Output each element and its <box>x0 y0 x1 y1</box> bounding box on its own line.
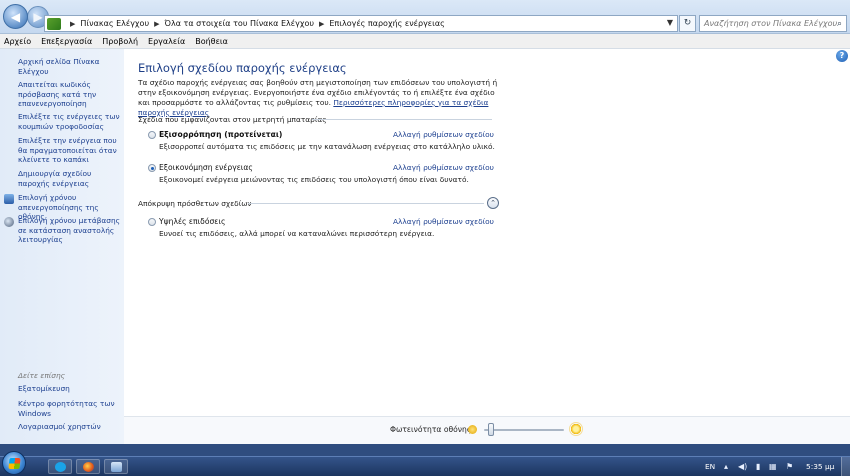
menu-help[interactable]: Βοήθεια <box>195 37 228 46</box>
monitor-icon <box>4 194 14 204</box>
address-dropdown-icon[interactable]: ▼ <box>667 18 673 27</box>
sidebar-item-password[interactable]: Απαιτείται κωδικός πρόσβασης κατά την επ… <box>18 80 122 109</box>
taskbar-firefox[interactable] <box>76 459 100 474</box>
sleep-icon <box>4 217 14 227</box>
sidebar-item-power-buttons[interactable]: Επιλέξτε τις ενέργειες των κουμπιών τροφ… <box>18 112 122 131</box>
breadcrumb-all-items[interactable]: Όλα τα στοιχεία του Πίνακα Ελέγχου <box>164 19 314 28</box>
brightness-low-icon <box>468 425 477 434</box>
see-also-heading: Δείτε επίσης <box>18 371 65 380</box>
control-panel-window-icon <box>111 462 122 472</box>
plan-high-performance-name[interactable]: Υψηλές επιδόσεις <box>159 217 225 226</box>
intro-text: Τα σχέδιο παροχής ενέργειας σας βοηθούν … <box>138 78 498 118</box>
brightness-slider-track[interactable] <box>484 429 564 431</box>
brightness-slider-thumb[interactable] <box>488 423 494 436</box>
back-button[interactable]: ◀ <box>3 4 28 29</box>
brightness-bar: Φωτεινότητα οθόνης: <box>124 416 850 444</box>
menu-bar: Αρχείο Επεξεργασία Προβολή Εργαλεία Βοήθ… <box>0 34 850 49</box>
battery-group-heading: Σχέδια που εμφανίζονται στον μετρητή μπα… <box>138 115 327 124</box>
refresh-icon: ↻ <box>683 18 692 28</box>
search-placeholder: Αναζήτηση στον Πίνακα Ελέγχου <box>704 19 838 28</box>
see-also-mobility-center[interactable]: Κέντρο φορητότητας των Windows <box>18 399 122 418</box>
address-box[interactable]: ▶ Πίνακας Ελέγχου ▶ Όλα τα στοιχεία του … <box>44 15 678 32</box>
back-arrow-icon: ◀ <box>10 9 21 24</box>
brightness-label: Φωτεινότητα οθόνης: <box>390 425 474 434</box>
menu-edit[interactable]: Επεξεργασία <box>41 37 92 46</box>
show-desktop-button[interactable] <box>841 457 850 476</box>
skype-icon <box>55 462 66 472</box>
plan-high-performance-change-link[interactable]: Αλλαγή ρυθμίσεων σχεδίου <box>393 217 494 226</box>
hide-additional-heading: Απόκρυψη πρόσθετων σχεδίων <box>138 199 252 208</box>
volume-icon[interactable]: ◀) <box>738 462 747 471</box>
plan-power-saver-change-link[interactable]: Αλλαγή ρυθμίσεων σχεδίου <box>393 163 494 172</box>
sidebar-home-link[interactable]: Αρχική σελίδα Πίνακα Ελέγχου <box>18 57 122 76</box>
firefox-icon <box>83 462 94 472</box>
collapse-chevron-icon[interactable]: ⌃ <box>487 197 499 209</box>
see-also-user-accounts[interactable]: Λογαριασμοί χρηστών <box>18 422 122 432</box>
menu-file[interactable]: Αρχείο <box>4 37 31 46</box>
plan-power-saver-radio[interactable] <box>148 164 156 172</box>
breadcrumb-separator-icon: ▶ <box>154 19 160 28</box>
network-icon[interactable]: ▦ <box>769 462 777 471</box>
action-center-flag-icon[interactable]: ⚑ <box>786 462 793 471</box>
plan-balanced-name[interactable]: Εξισορρόπηση (προτείνεται) <box>159 130 282 139</box>
refresh-button[interactable]: ↻ <box>679 15 696 32</box>
main-content: ? Επιλογή σχεδίου παροχής ενέργειας Τα σ… <box>124 49 850 444</box>
plan-high-performance-description: Ευνοεί τις επιδόσεις, αλλά μπορεί να κατ… <box>159 229 435 238</box>
show-hidden-icons-icon[interactable]: ▴ <box>724 462 728 471</box>
group-divider <box>248 203 484 204</box>
address-bar: ◀ ▶ ▶ Πίνακας Ελέγχου ▶ Όλα τα στοιχεία … <box>0 0 850 34</box>
breadcrumb-power-options[interactable]: Επιλογές παροχής ενέργειας <box>329 19 444 28</box>
control-panel-icon <box>47 17 61 30</box>
battery-icon[interactable]: ▮ <box>756 462 760 471</box>
clock[interactable]: 5:35 μμ <box>806 462 834 471</box>
breadcrumb-separator-icon: ▶ <box>70 19 76 28</box>
plan-power-saver-name[interactable]: Εξοικονόμηση ενέργειας <box>159 163 253 172</box>
taskbar-control-panel[interactable] <box>104 459 128 474</box>
see-also-personalization[interactable]: Εξατομίκευση <box>18 384 122 394</box>
sidebar-item-lid[interactable]: Επιλέξτε την ενέργεια που θα πραγματοποι… <box>18 136 122 165</box>
group-divider <box>312 119 492 120</box>
breadcrumb-control-panel[interactable]: Πίνακας Ελέγχου <box>80 19 149 28</box>
language-indicator[interactable]: EN <box>705 462 715 471</box>
plan-high-performance-radio[interactable] <box>148 218 156 226</box>
page-title: Επιλογή σχεδίου παροχής ενέργειας <box>138 61 347 75</box>
sidebar-item-sleep[interactable]: Επιλογή χρόνου μετάβασης σε κατάσταση αν… <box>18 216 122 245</box>
windows-logo-icon <box>8 458 21 469</box>
plan-balanced-radio[interactable] <box>148 131 156 139</box>
brightness-high-icon <box>570 423 582 435</box>
sidebar: Αρχική σελίδα Πίνακα Ελέγχου Απαιτείται … <box>0 49 124 444</box>
desktop-strip <box>0 444 850 456</box>
taskbar-skype[interactable] <box>48 459 72 474</box>
search-icon[interactable]: ⌕ <box>837 17 842 32</box>
menu-tools[interactable]: Εργαλεία <box>148 37 185 46</box>
start-button[interactable] <box>2 451 26 475</box>
help-icon[interactable]: ? <box>836 50 848 62</box>
plan-power-saver-description: Εξοικονομεί ενέργεια μειώνοντας τις επιδ… <box>159 175 469 184</box>
search-input[interactable]: Αναζήτηση στον Πίνακα Ελέγχου ⌕ <box>699 15 847 32</box>
breadcrumb-separator-icon: ▶ <box>318 19 325 28</box>
plan-balanced-description: Εξισορροπεί αυτόματα τις επιδόσεις με τη… <box>159 142 495 151</box>
sidebar-item-create-plan[interactable]: Δημιουργία σχεδίου παροχής ενέργειας <box>18 169 122 188</box>
menu-view[interactable]: Προβολή <box>102 37 138 46</box>
plan-balanced-change-link[interactable]: Αλλαγή ρυθμίσεων σχεδίου <box>393 130 494 139</box>
